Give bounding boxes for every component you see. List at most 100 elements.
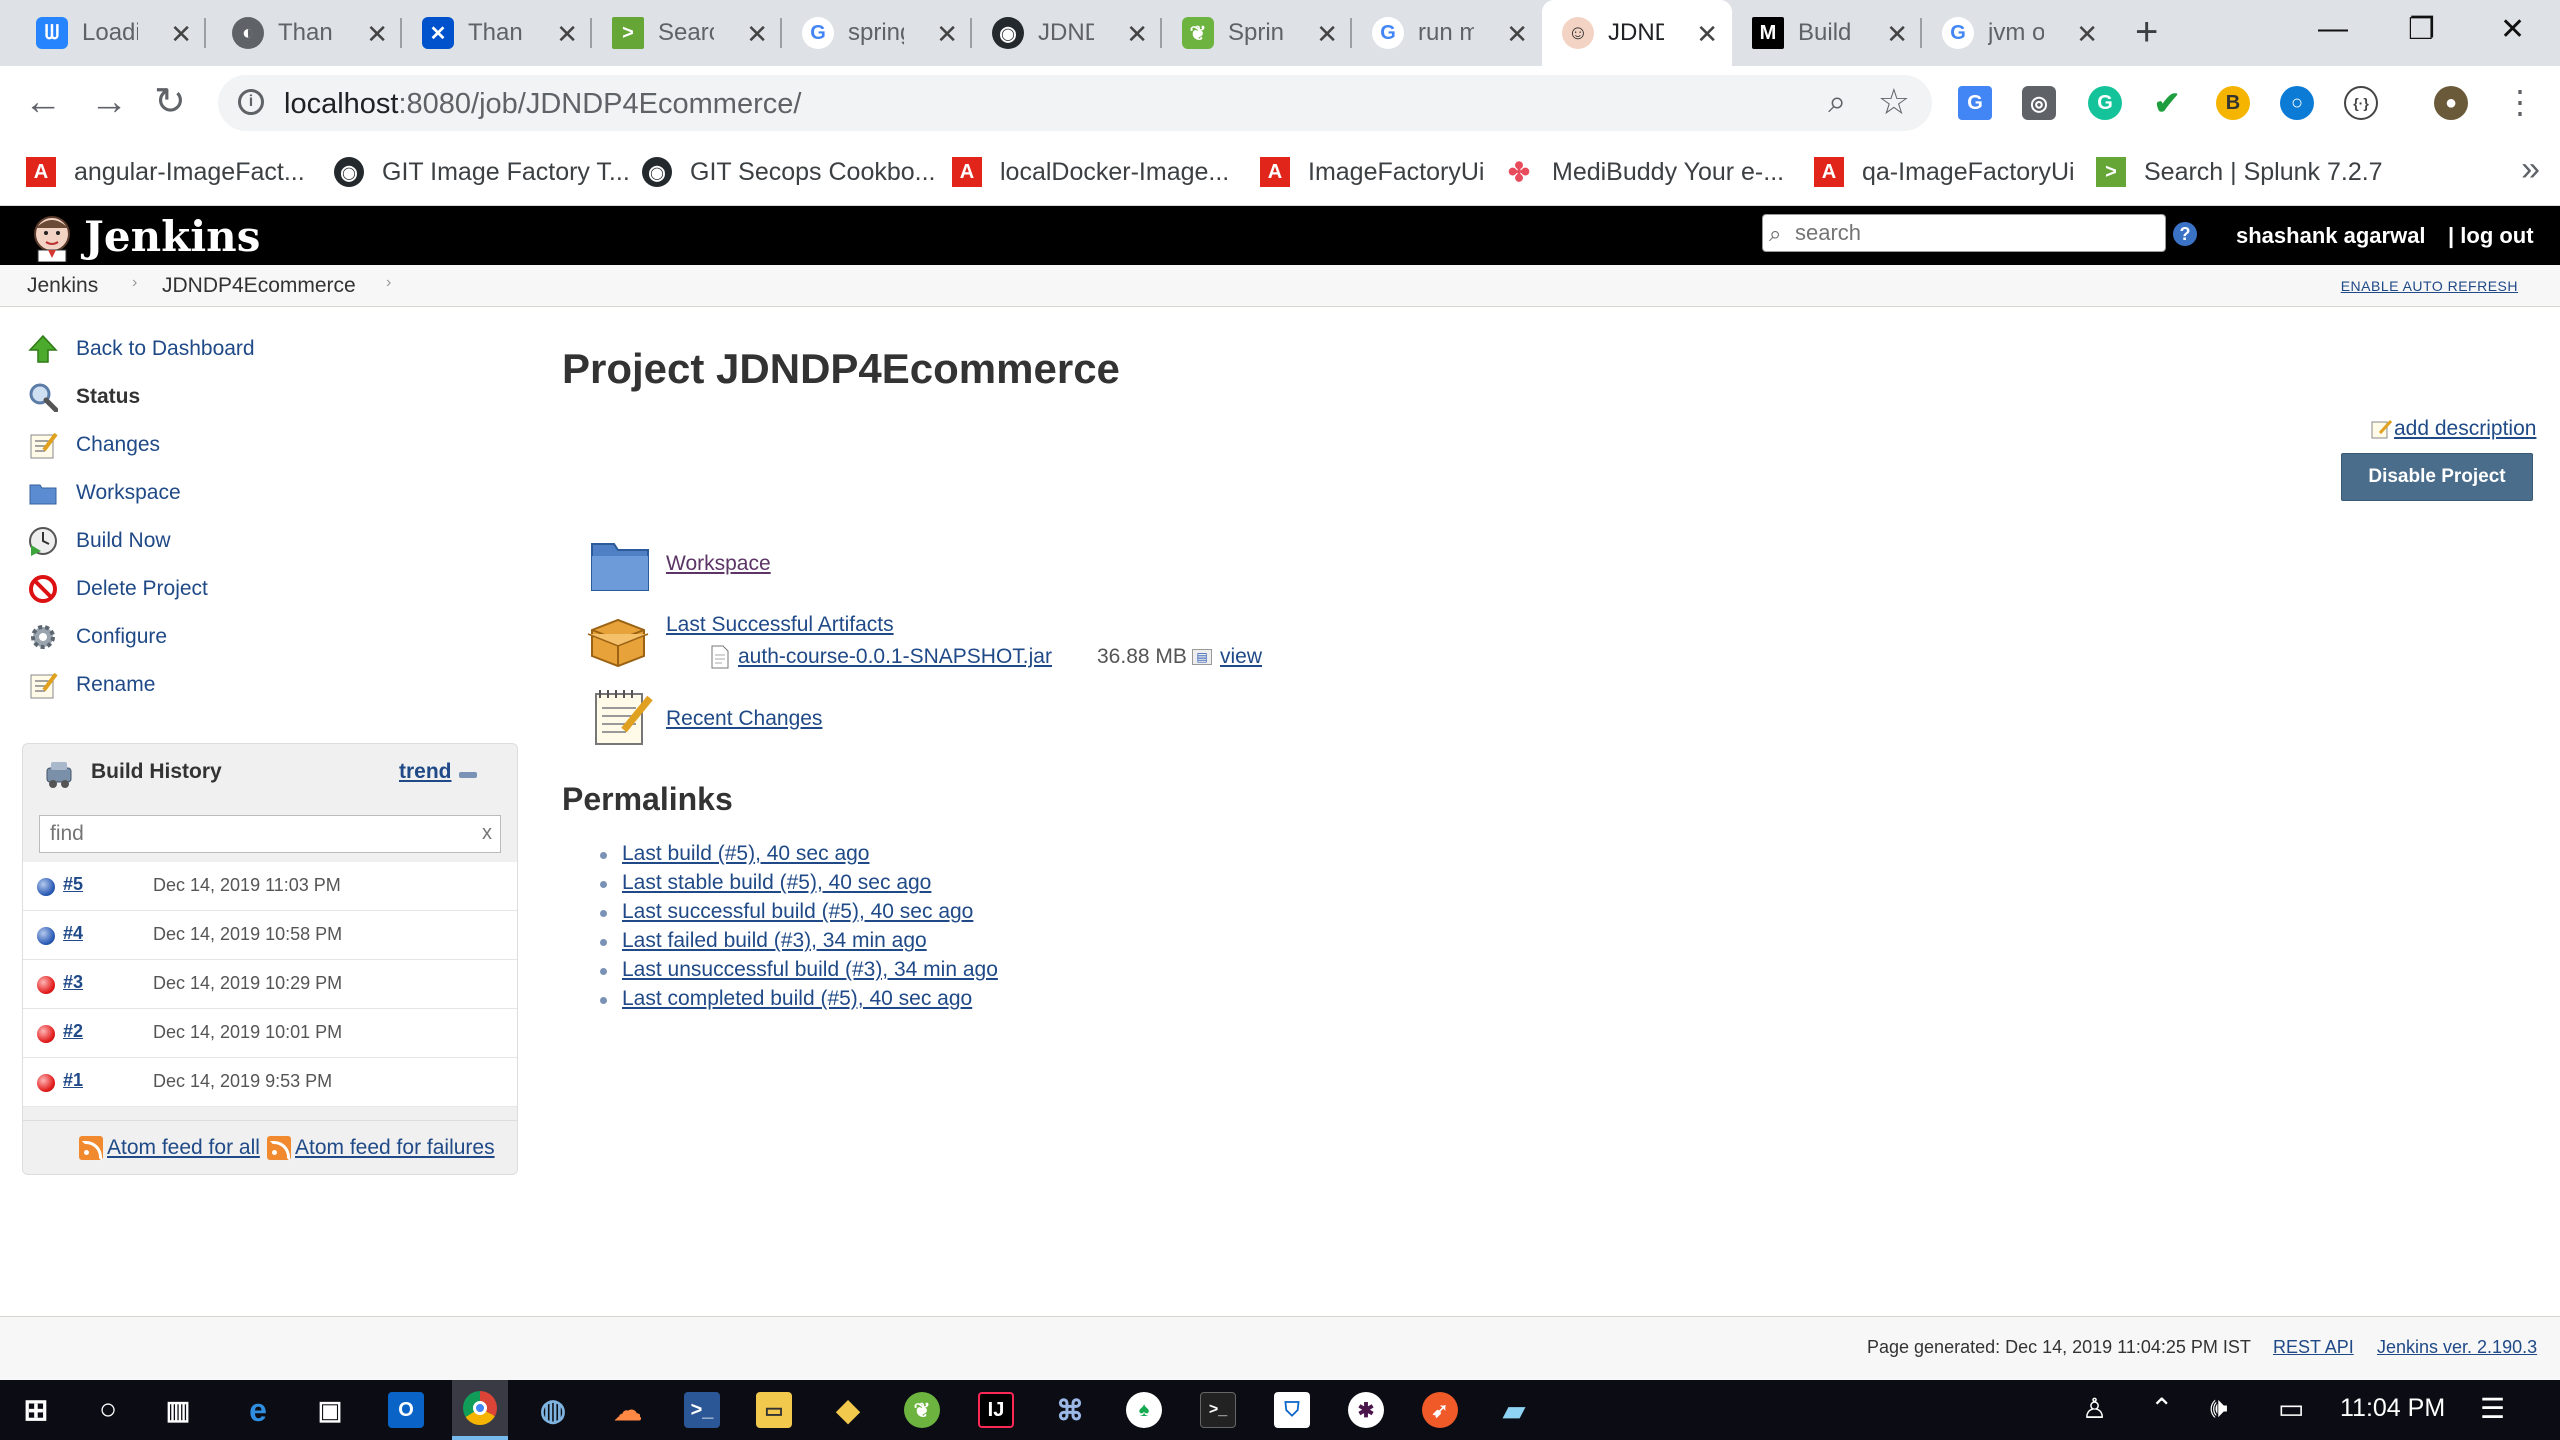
- code-extension-icon[interactable]: {·}: [2344, 86, 2378, 120]
- browser-tab[interactable]: ❦ Spring ✕: [1162, 0, 1352, 66]
- jenkins-version-link[interactable]: Jenkins ver. 2.190.3: [2377, 1337, 2537, 1358]
- back-button[interactable]: ←: [24, 82, 62, 122]
- workspace-link[interactable]: Workspace: [666, 552, 771, 576]
- close-tab-icon[interactable]: ✕: [1506, 19, 1528, 50]
- git-kraken-icon[interactable]: ◆: [830, 1392, 866, 1428]
- task-delete-project[interactable]: Delete Project: [26, 569, 208, 609]
- close-tab-icon[interactable]: ✕: [366, 19, 388, 50]
- trend-link[interactable]: trend: [399, 760, 452, 784]
- b-extension-icon[interactable]: B: [2216, 86, 2250, 120]
- browser-tab-active[interactable]: ☺ JDND ✕: [1542, 0, 1732, 66]
- task-view-icon[interactable]: ▥: [160, 1392, 196, 1428]
- people-icon[interactable]: ♙: [2082, 1392, 2107, 1425]
- close-tab-icon[interactable]: ✕: [1126, 19, 1148, 50]
- help-icon[interactable]: ?: [2173, 222, 2197, 246]
- clear-filter-icon[interactable]: x: [482, 822, 492, 845]
- artifact-link[interactable]: auth-course-0.0.1-SNAPSHOT.jar: [738, 645, 1052, 669]
- enable-auto-refresh-link[interactable]: ENABLE AUTO REFRESH: [2341, 278, 2518, 294]
- bookmark-item[interactable]: ✤ MediBuddy Your e-...: [1504, 152, 1784, 192]
- slack-icon[interactable]: ✱: [1348, 1392, 1384, 1428]
- url-text[interactable]: localhost:8080/job/JDNDP4Ecommerce/: [284, 88, 801, 121]
- translate-extension-icon[interactable]: G: [1958, 86, 1992, 120]
- build-number-link[interactable]: #1: [63, 1070, 83, 1091]
- powershell-icon[interactable]: >_: [684, 1392, 720, 1428]
- close-tab-icon[interactable]: ✕: [1316, 19, 1338, 50]
- last-successful-build-link[interactable]: Last successful build (#5), 40 sec ago: [622, 900, 973, 923]
- recent-changes-link[interactable]: Recent Changes: [666, 707, 822, 731]
- build-date[interactable]: Dec 14, 2019 9:53 PM: [153, 1071, 332, 1092]
- build-number-link[interactable]: #3: [63, 972, 83, 993]
- collapse-icon[interactable]: [459, 772, 477, 778]
- bookmark-item[interactable]: A angular-ImageFact...: [26, 152, 305, 192]
- last-stable-build-link[interactable]: Last stable build (#5), 40 sec ago: [622, 871, 931, 894]
- task-changes[interactable]: Changes: [26, 425, 160, 465]
- search-input[interactable]: [1795, 219, 2155, 247]
- bulb-extension-icon[interactable]: ◎: [2022, 86, 2056, 120]
- browser-tab[interactable]: G jvm o ✕: [1922, 0, 2112, 66]
- bookmark-item[interactable]: ◉ GIT Secops Cookbo...: [642, 152, 936, 192]
- restore-button[interactable]: ❐: [2408, 12, 2435, 47]
- close-tab-icon[interactable]: ✕: [746, 19, 768, 50]
- close-tab-icon[interactable]: ✕: [1696, 19, 1718, 50]
- last-build-link[interactable]: Last build (#5), 40 sec ago: [622, 842, 870, 865]
- bookmark-item[interactable]: ◉ GIT Image Factory T...: [334, 152, 630, 192]
- tray-expand-icon[interactable]: ⌃: [2150, 1392, 2173, 1425]
- forward-button[interactable]: →: [90, 82, 128, 122]
- build-filter-box[interactable]: x: [39, 815, 501, 853]
- browser-tab[interactable]: G spring ✕: [782, 0, 972, 66]
- artifact-view-link[interactable]: view: [1220, 645, 1262, 669]
- close-tab-icon[interactable]: ✕: [556, 19, 578, 50]
- globe-app-icon[interactable]: ◍: [535, 1392, 571, 1428]
- profile-avatar[interactable]: ●: [2434, 86, 2468, 120]
- breadcrumb-chevron-icon[interactable]: ›: [386, 274, 391, 292]
- spring-tool-icon[interactable]: ❦: [904, 1392, 940, 1428]
- disable-project-button[interactable]: Disable Project: [2341, 453, 2533, 501]
- menu-kebab-icon[interactable]: ⋮: [2504, 82, 2536, 122]
- mongodb-icon[interactable]: ♠: [1126, 1392, 1162, 1428]
- circle-extension-icon[interactable]: ○: [2280, 86, 2314, 120]
- bookmark-item[interactable]: > Search | Splunk 7.2.7: [2096, 152, 2383, 192]
- build-number-link[interactable]: #4: [63, 923, 83, 944]
- bookmark-item[interactable]: A qa-ImageFactoryUi: [1814, 152, 2075, 192]
- bookmark-star-icon[interactable]: ☆: [1878, 81, 1910, 123]
- rocket-app-icon[interactable]: ➹: [1422, 1392, 1458, 1428]
- check-extension-icon[interactable]: ✔: [2150, 85, 2184, 121]
- close-tab-icon[interactable]: ✕: [2076, 19, 2098, 50]
- task-back-to-dashboard[interactable]: Back to Dashboard: [26, 329, 255, 369]
- build-filter-input[interactable]: [50, 820, 470, 848]
- task-status[interactable]: Status: [26, 377, 140, 417]
- security-shield-icon[interactable]: ⛉: [1274, 1392, 1310, 1428]
- browser-tab[interactable]: ◐ Thank you ✕: [212, 0, 402, 66]
- taskbar-clock[interactable]: 11:04 PM: [2340, 1394, 2445, 1423]
- terminal-icon[interactable]: >_: [1200, 1392, 1236, 1428]
- network-app-icon[interactable]: ⌘: [1052, 1392, 1088, 1428]
- build-number-link[interactable]: #5: [63, 874, 83, 895]
- build-date[interactable]: Dec 14, 2019 10:29 PM: [153, 973, 342, 994]
- rest-api-link[interactable]: REST API: [2273, 1337, 2354, 1358]
- breadcrumb-chevron-icon[interactable]: ›: [132, 274, 137, 292]
- last-completed-build-link[interactable]: Last completed build (#5), 40 sec ago: [622, 987, 972, 1010]
- last-unsuccessful-build-link[interactable]: Last unsuccessful build (#3), 34 min ago: [622, 958, 998, 981]
- new-tab-button[interactable]: +: [2135, 12, 2158, 52]
- notifications-icon[interactable]: ☰: [2480, 1392, 2505, 1425]
- address-bar[interactable]: i localhost:8080/job/JDNDP4Ecommerce/ ⌕ …: [218, 75, 1932, 131]
- build-date[interactable]: Dec 14, 2019 11:03 PM: [153, 875, 341, 896]
- close-tab-icon[interactable]: ✕: [1886, 19, 1908, 50]
- bookmark-item[interactable]: A ImageFactoryUi: [1260, 152, 1484, 192]
- bookmark-item[interactable]: A localDocker-Image...: [952, 152, 1229, 192]
- jenkins-brand[interactable]: Jenkins: [84, 212, 260, 261]
- file-explorer-icon[interactable]: ▭: [756, 1392, 792, 1428]
- build-date[interactable]: Dec 14, 2019 10:58 PM: [153, 924, 342, 945]
- last-failed-build-link[interactable]: Last failed build (#3), 34 min ago: [622, 929, 927, 952]
- build-number-link[interactable]: #2: [63, 1021, 83, 1042]
- store-icon[interactable]: ▣: [312, 1392, 348, 1428]
- browser-tab[interactable]: G run m ✕: [1352, 0, 1542, 66]
- close-tab-icon[interactable]: ✕: [170, 19, 192, 50]
- chrome-icon[interactable]: [452, 1380, 508, 1440]
- task-rename[interactable]: Rename: [26, 665, 155, 705]
- grammarly-extension-icon[interactable]: G: [2088, 86, 2122, 120]
- breadcrumb-project[interactable]: JDNDP4Ecommerce: [162, 274, 356, 298]
- browser-tab[interactable]: ◉ JDND ✕: [972, 0, 1162, 66]
- display-icon[interactable]: ▭: [2278, 1392, 2304, 1425]
- user-link[interactable]: shashank agarwal: [2236, 223, 2426, 249]
